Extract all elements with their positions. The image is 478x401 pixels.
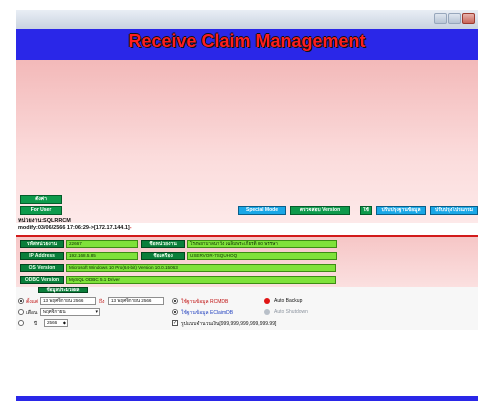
odbc-label: ODBC Version [20,276,64,284]
amount-format-checkbox[interactable]: ✓ [172,320,178,326]
modify-info-text: modify:03/06/2566 17:06:29->[172.17.144.… [18,225,130,231]
auto-shutdown-indicator[interactable] [264,309,270,315]
window-titlebar [16,10,478,29]
options-header: ข้อมูลประมวลผล [38,287,88,293]
odbc-value: MySQL ODBC 5.1 Driver [66,276,336,284]
app-window: Receive Claim Management ตั้งค่า For Use… [0,0,478,401]
ip-label: IP Address [20,252,64,260]
month-label: เดือน [26,310,38,316]
settings-button[interactable]: ตั้งค่า [20,195,62,204]
minimize-button[interactable] [434,13,447,24]
for-user-button[interactable]: For User [20,206,62,215]
name-label: ชื่อหน่วยงาน [141,240,185,248]
update-database-button[interactable]: ปรับปรุงฐานข้อมูล [376,206,426,215]
modify-info: modify:03/06/2566 17:06:29->[172.17.144.… [18,225,132,231]
special-mode-button[interactable]: Special Mode [238,206,286,215]
chevron-down-icon: ▾ [95,309,98,315]
auto-shutdown-label: Auto Shutdown [274,309,308,315]
code-label: รหัสหน่วยงาน [20,240,64,248]
ip-value: 192.168.5.85 [66,252,138,260]
year-stepper[interactable]: 2566 ◆ [44,319,68,327]
rcmdb-radio[interactable] [172,298,178,304]
year-value: 2566 [47,320,58,325]
auto-backup-indicator[interactable] [264,298,270,304]
code-value: 22667 [66,240,138,248]
rcmdb-label: ใช้ฐานข้อมูล RCMDB [181,299,229,305]
modify-info-suffix: - [129,225,132,231]
os-value: Microsoft Windows 10 Pro(64-bit) Version… [66,264,336,272]
check-version-button[interactable]: ตรวจสอบ Version [290,206,350,215]
date-from-label: ตั้งแต่ [26,299,39,305]
date-to-input[interactable]: 13 พฤศจิกายน 2566 [108,297,164,305]
use-button[interactable]: ใช้ [360,206,372,215]
date-from-input[interactable]: 13 พฤศจิกายน 2566 [40,297,96,305]
name-value: โรงพยาบาลนาวัง เฉลิมพระเกียรติ 80 พรรษา [187,240,337,248]
main-panel [16,60,478,223]
eclaimdb-radio[interactable] [172,309,178,315]
date-to-label: ถึง [99,299,105,305]
month-value: พฤศจิกายน [43,309,66,314]
update-program-button[interactable]: ปรับปรุงโปรแกรม [430,206,478,215]
close-button[interactable] [462,13,475,24]
date-range-radio[interactable] [18,298,24,304]
month-radio[interactable] [18,309,24,315]
os-label: OS Version [20,264,64,272]
server-info: หน่วยงาน:SQLRRCM [18,218,71,224]
year-label: ปี [34,321,38,327]
machine-value: USERVOR-7SQUHOQ [187,252,337,260]
month-select[interactable]: พฤศจิกายน ▾ [40,308,100,316]
status-bar [16,396,478,401]
amount-format-label: รูปแบบจำนวนเงิน[999,999,999,999,999.99] [181,321,277,327]
maximize-button[interactable] [448,13,461,24]
spinner-icon: ◆ [62,320,66,325]
page-title: Receive Claim Management [128,31,366,51]
eclaimdb-label: ใช้ฐานข้อมูล EClaimDB [181,310,234,316]
year-radio[interactable] [18,320,24,326]
auto-backup-label: Auto Backup [274,298,303,304]
machine-label: ชื่อเครื่อง [141,252,185,260]
